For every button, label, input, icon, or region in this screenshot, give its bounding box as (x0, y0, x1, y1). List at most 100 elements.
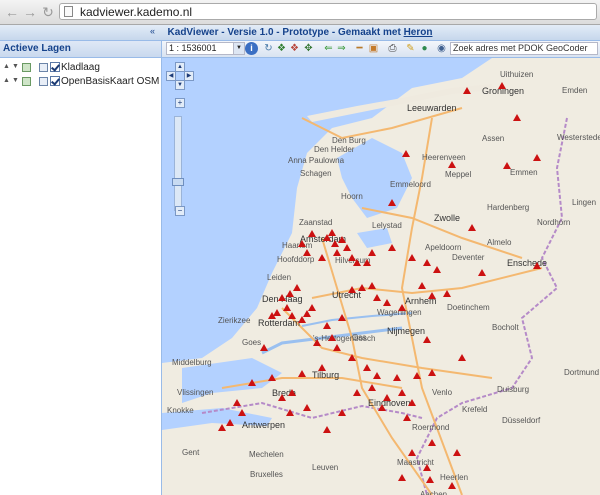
zoom-slider-thumb[interactable] (172, 178, 184, 186)
layer-label[interactable]: OpenBasisKaart OSM (61, 76, 159, 87)
feature-marker[interactable] (233, 399, 241, 406)
feature-marker[interactable] (383, 394, 391, 401)
print-icon[interactable]: ⎙ (386, 42, 399, 55)
move-up-icon[interactable]: ▲ (3, 63, 10, 70)
feature-marker[interactable] (318, 254, 326, 261)
feature-marker[interactable] (402, 150, 410, 157)
feature-marker[interactable] (478, 269, 486, 276)
pan-right-icon[interactable]: ▶ (184, 71, 194, 81)
feature-marker[interactable] (303, 310, 311, 317)
feature-marker[interactable] (288, 389, 296, 396)
feature-marker[interactable] (513, 114, 521, 121)
move-down-icon[interactable]: ▼ (12, 77, 19, 84)
heron-link[interactable]: Heron (404, 27, 433, 38)
zoom-slider-track[interactable] (174, 116, 182, 211)
feature-marker[interactable] (308, 230, 316, 237)
feature-marker[interactable] (498, 82, 506, 89)
feature-marker[interactable] (368, 249, 376, 256)
forward-arrow-icon[interactable]: ⇒ (335, 42, 348, 55)
feature-marker[interactable] (278, 394, 286, 401)
feature-marker[interactable] (408, 399, 416, 406)
feature-marker[interactable] (463, 87, 471, 94)
feature-marker[interactable] (398, 389, 406, 396)
feature-marker[interactable] (428, 292, 436, 299)
feature-marker[interactable] (383, 299, 391, 306)
move-up-icon[interactable]: ▲ (3, 77, 10, 84)
zoom-out-icon[interactable]: − (175, 206, 185, 216)
layer-label[interactable]: Kladlaag (61, 62, 100, 73)
feature-marker[interactable] (373, 372, 381, 379)
address-bar[interactable]: kadviewer.kademo.nl (59, 3, 597, 20)
feature-marker[interactable] (443, 290, 451, 297)
feature-marker[interactable] (448, 161, 456, 168)
chevron-down-icon[interactable]: ▼ (233, 43, 244, 54)
feature-marker[interactable] (218, 424, 226, 431)
map-viewport[interactable]: ▲ ◀ ▶ ▼ + − Uithuizen Groningen Emden Leeuw… (162, 58, 600, 495)
globe-icon[interactable]: ● (418, 42, 431, 55)
feature-marker[interactable] (408, 449, 416, 456)
feature-marker[interactable] (423, 464, 431, 471)
layer-visibility-checkbox[interactable] (50, 76, 60, 86)
layer-visibility-checkbox[interactable] (50, 62, 60, 72)
move-down-icon[interactable]: ▼ (12, 63, 19, 70)
feature-marker[interactable] (286, 290, 294, 297)
feature-marker[interactable] (533, 262, 541, 269)
feature-marker[interactable] (468, 224, 476, 231)
feature-marker[interactable] (373, 294, 381, 301)
info-icon[interactable]: i (245, 42, 258, 55)
feature-marker[interactable] (323, 234, 331, 241)
feature-marker[interactable] (378, 404, 386, 411)
feature-marker[interactable] (313, 339, 321, 346)
feature-marker[interactable] (333, 249, 341, 256)
feature-marker[interactable] (448, 482, 456, 489)
feature-marker[interactable] (358, 284, 366, 291)
feature-marker[interactable] (328, 334, 336, 341)
feature-marker[interactable] (353, 259, 361, 266)
feature-marker[interactable] (503, 162, 511, 169)
feature-marker[interactable] (388, 244, 396, 251)
feature-marker[interactable] (308, 304, 316, 311)
feature-marker[interactable] (303, 404, 311, 411)
feature-marker[interactable] (298, 316, 306, 323)
feature-marker[interactable] (428, 439, 436, 446)
feature-marker[interactable] (533, 154, 541, 161)
zoom-in-icon[interactable]: + (175, 98, 185, 108)
feature-marker[interactable] (248, 379, 256, 386)
feature-marker[interactable] (413, 372, 421, 379)
feature-marker[interactable] (260, 344, 268, 351)
layer-properties-icon[interactable] (22, 77, 31, 86)
back-icon[interactable]: ← (4, 4, 20, 20)
feature-marker[interactable] (298, 240, 306, 247)
feature-marker[interactable] (268, 374, 276, 381)
feature-marker[interactable] (226, 419, 234, 426)
geocoder-search-input[interactable]: Zoek adres met PDOK GeoCoder (450, 42, 598, 55)
feature-marker[interactable] (288, 312, 296, 319)
feature-marker[interactable] (293, 284, 301, 291)
feature-marker[interactable] (283, 304, 291, 311)
feature-marker[interactable] (238, 409, 246, 416)
feature-marker[interactable] (363, 364, 371, 371)
collapse-panel-icon[interactable]: « (150, 26, 155, 36)
pan-icon[interactable]: ↻ (262, 42, 275, 55)
feature-marker[interactable] (353, 389, 361, 396)
feature-marker[interactable] (343, 244, 351, 251)
forward-icon[interactable]: → (22, 4, 38, 20)
feature-marker[interactable] (338, 314, 346, 321)
feature-marker[interactable] (363, 259, 371, 266)
scale-select[interactable]: 1 : 1536001 ▼ (166, 42, 245, 55)
feature-marker[interactable] (338, 236, 346, 243)
pan-down-icon[interactable]: ▼ (175, 80, 185, 90)
feature-marker[interactable] (368, 384, 376, 391)
feature-marker[interactable] (303, 249, 311, 256)
layer-properties-icon[interactable] (22, 63, 31, 72)
url-text[interactable]: kadviewer.kademo.nl (80, 5, 192, 19)
feature-marker[interactable] (423, 259, 431, 266)
back-arrow-icon[interactable]: ⇐ (322, 42, 335, 55)
measure-length-icon[interactable]: ━ (353, 42, 366, 55)
reload-icon[interactable]: ↻ (40, 4, 56, 20)
feature-marker[interactable] (458, 354, 466, 361)
feature-marker[interactable] (298, 370, 306, 377)
edit-icon[interactable]: ✎ (404, 42, 417, 55)
feature-marker[interactable] (453, 449, 461, 456)
feature-marker[interactable] (318, 364, 326, 371)
